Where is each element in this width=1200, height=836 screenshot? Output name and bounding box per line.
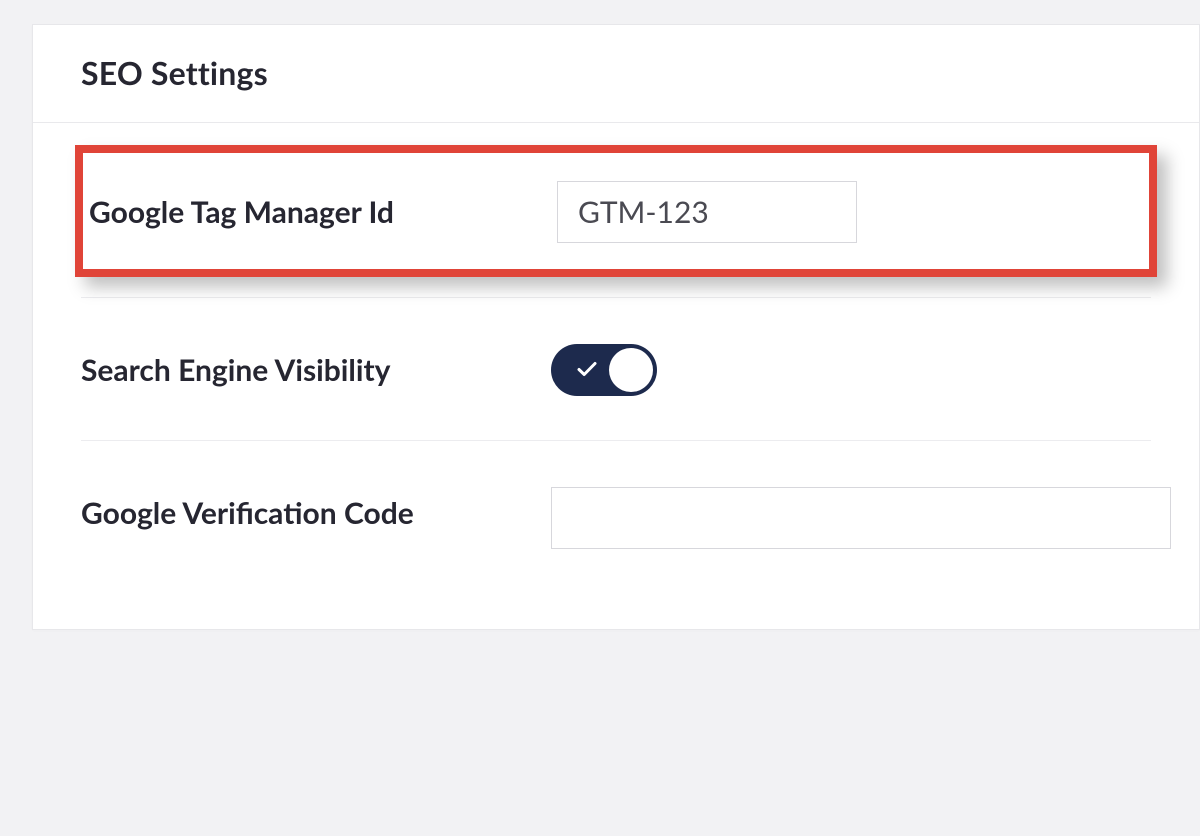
gtm-row-highlight: Google Tag Manager Id [75, 145, 1157, 277]
panel-title: SEO Settings [81, 53, 1151, 92]
gvc-input[interactable] [551, 487, 1171, 549]
panel-body: Google Tag Manager Id Search Engine Visi… [33, 145, 1199, 629]
panel-header: SEO Settings [33, 25, 1199, 123]
visibility-control [551, 344, 1151, 400]
visibility-row: Search Engine Visibility [81, 297, 1151, 441]
gtm-row: Google Tag Manager Id [87, 181, 1145, 243]
seo-settings-panel: SEO Settings Google Tag Manager Id Searc… [32, 24, 1200, 630]
gtm-input[interactable] [557, 181, 857, 243]
check-icon [575, 357, 599, 381]
gvc-label: Google Verification Code [81, 487, 551, 534]
visibility-label: Search Engine Visibility [81, 344, 551, 391]
toggle-knob [609, 348, 653, 392]
gvc-row: Google Verification Code [81, 441, 1151, 589]
gtm-control [557, 181, 1145, 243]
gvc-control [551, 487, 1171, 549]
gtm-label: Google Tag Manager Id [87, 192, 557, 233]
visibility-toggle[interactable] [551, 344, 657, 396]
